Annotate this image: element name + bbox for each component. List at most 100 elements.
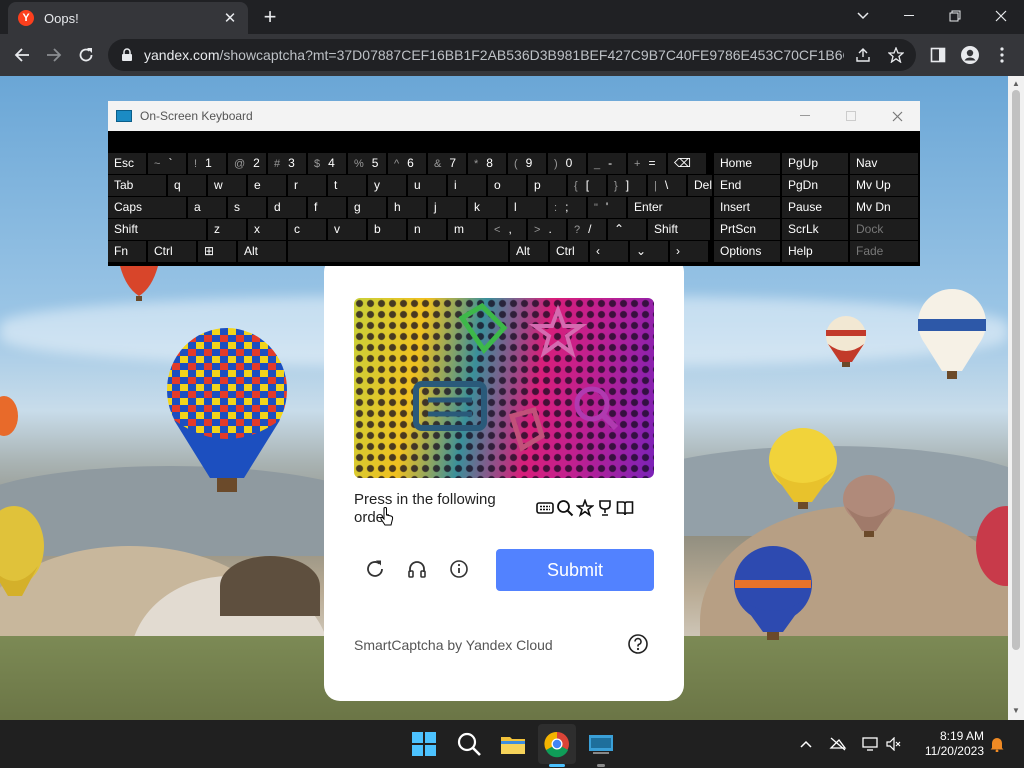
osk-key-tab[interactable]: Tab <box>108 175 166 196</box>
tab-search-chevron-icon[interactable] <box>840 0 886 32</box>
display-icon[interactable] <box>860 734 880 754</box>
osk-key-mvdn[interactable]: Mv Dn <box>850 197 918 218</box>
osk-key-[interactable]: ⌄ <box>630 241 668 262</box>
osk-key-[interactable]: ⌫ <box>668 153 706 174</box>
osk-key-pause[interactable]: Pause <box>782 197 848 218</box>
osk-key-[interactable]: ‹ <box>590 241 628 262</box>
share-icon[interactable] <box>853 45 873 65</box>
osk-key-4[interactable]: $4 <box>308 153 346 174</box>
osk-key-[interactable]: >. <box>528 219 566 240</box>
windows-start-icon[interactable] <box>410 730 438 758</box>
osk-key-e[interactable]: e <box>248 175 286 196</box>
captcha-book-shape-icon[interactable] <box>458 302 508 355</box>
osk-key-x[interactable]: x <box>248 219 286 240</box>
osk-key-i[interactable]: i <box>448 175 486 196</box>
osk-key-pgup[interactable]: PgUp <box>782 153 848 174</box>
osk-key-nav[interactable]: Nav <box>850 153 918 174</box>
osk-key-shift[interactable]: Shift <box>648 219 710 240</box>
osk-key-options[interactable]: Options <box>714 241 780 262</box>
osk-key-fn[interactable]: Fn <box>108 241 146 262</box>
osk-key-del[interactable]: Del <box>688 175 712 196</box>
profile-avatar-icon[interactable] <box>958 43 982 67</box>
osk-key-r[interactable]: r <box>288 175 326 196</box>
osk-key-dock[interactable]: Dock <box>850 219 918 240</box>
lock-icon[interactable] <box>120 48 134 62</box>
osk-key-m[interactable]: m <box>448 219 486 240</box>
osk-key-pgdn[interactable]: PgDn <box>782 175 848 196</box>
osk-key-s[interactable]: s <box>228 197 266 218</box>
help-question-icon[interactable] <box>627 633 649 655</box>
osk-key-insert[interactable]: Insert <box>714 197 780 218</box>
osk-key-[interactable]: ⌃ <box>608 219 646 240</box>
forward-arrow-icon[interactable] <box>42 43 66 67</box>
osk-key-0[interactable]: ) 0 <box>548 153 586 174</box>
osk-key-mvup[interactable]: Mv Up <box>850 175 918 196</box>
refresh-icon[interactable] <box>364 558 386 580</box>
osk-key-6[interactable]: ^ 6 <box>388 153 426 174</box>
osk-key-a[interactable]: a <box>188 197 226 218</box>
bookmark-star-icon[interactable] <box>886 45 906 65</box>
audio-headphones-icon[interactable] <box>406 558 428 580</box>
osk-key-[interactable]: ? / <box>568 219 606 240</box>
osk-key-g[interactable]: g <box>348 197 386 218</box>
osk-key-y[interactable]: y <box>368 175 406 196</box>
scroll-thumb[interactable] <box>1012 90 1020 650</box>
restore-button[interactable] <box>932 0 978 32</box>
osk-key-2[interactable]: @2 <box>228 153 266 174</box>
volume-muted-icon[interactable] <box>884 734 904 754</box>
osk-key-[interactable]: " ' <box>588 197 626 218</box>
osk-key-v[interactable]: v <box>328 219 366 240</box>
osk-key-9[interactable]: (9 <box>508 153 546 174</box>
file-explorer-icon[interactable] <box>499 730 527 758</box>
osk-key-alt[interactable]: Alt <box>510 241 548 262</box>
osk-key-[interactable]: + = <box>628 153 666 174</box>
osk-key-3[interactable]: #3 <box>268 153 306 174</box>
osk-key-fade[interactable]: Fade <box>850 241 918 262</box>
osk-key-[interactable]: {[ <box>568 175 606 196</box>
osk-key-home[interactable]: Home <box>714 153 780 174</box>
captcha-keyboard-shape-icon[interactable] <box>413 381 487 431</box>
osk-key-c[interactable]: c <box>288 219 326 240</box>
osk-key-1[interactable]: ! 1 <box>188 153 226 174</box>
new-tab-button[interactable]: + <box>258 5 282 29</box>
scroll-down-icon[interactable]: ▼ <box>1011 706 1021 716</box>
osk-key-ctrl[interactable]: Ctrl <box>550 241 588 262</box>
browser-menu-icon[interactable] <box>990 43 1014 67</box>
osk-key-o[interactable]: o <box>488 175 526 196</box>
osk-minimize-button[interactable] <box>782 101 828 131</box>
reload-icon[interactable] <box>74 43 98 67</box>
smartcaptcha-brand[interactable]: SmartCaptcha by Yandex Cloud <box>354 637 553 653</box>
osk-key-b[interactable]: b <box>368 219 406 240</box>
osk-key-[interactable]: ~ ` <box>148 153 186 174</box>
osk-key-[interactable]: _ - <box>588 153 626 174</box>
osk-close-button[interactable] <box>874 101 920 131</box>
osk-key-help[interactable]: Help <box>782 241 848 262</box>
close-window-button[interactable] <box>978 0 1024 32</box>
side-panel-icon[interactable] <box>926 43 950 67</box>
on-screen-keyboard-taskbar-icon[interactable] <box>587 730 615 758</box>
osk-key-[interactable]: | \ <box>648 175 686 196</box>
osk-key-8[interactable]: * 8 <box>468 153 506 174</box>
osk-key-enter[interactable]: Enter <box>628 197 710 218</box>
tray-chevron-up-icon[interactable] <box>796 734 816 754</box>
back-arrow-icon[interactable] <box>10 43 34 67</box>
osk-key-[interactable]: :; <box>548 197 586 218</box>
osk-key-prtscn[interactable]: PrtScn <box>714 219 780 240</box>
captcha-trophy-shape-icon[interactable] <box>508 406 545 452</box>
osk-key-w[interactable]: w <box>208 175 246 196</box>
osk-key-ctrl[interactable]: Ctrl <box>148 241 196 262</box>
notification-bell-icon[interactable] <box>987 734 1007 754</box>
osk-key-[interactable]: }] <box>608 175 646 196</box>
osk-maximize-button[interactable] <box>828 101 874 131</box>
info-icon[interactable] <box>448 558 470 580</box>
browser-tab[interactable]: Y Oops! ✕ <box>8 2 248 34</box>
osk-key-[interactable]: ⊞ <box>198 241 236 262</box>
osk-key-d[interactable]: d <box>268 197 306 218</box>
page-scrollbar[interactable]: ▲ ▼ <box>1008 76 1024 720</box>
osk-key-l[interactable]: l <box>508 197 546 218</box>
osk-key-t[interactable]: t <box>328 175 366 196</box>
osk-key-esc[interactable]: Esc <box>108 153 146 174</box>
osk-key-[interactable]: › <box>670 241 708 262</box>
tab-close-icon[interactable]: ✕ <box>222 9 238 27</box>
osk-key-p[interactable]: p <box>528 175 566 196</box>
